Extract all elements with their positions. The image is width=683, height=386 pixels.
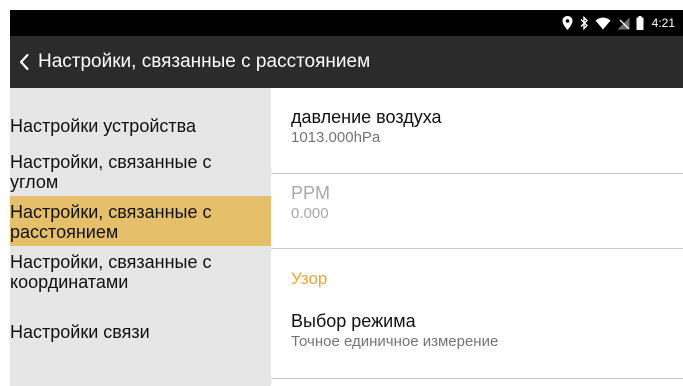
setting-title: давление воздуха xyxy=(291,107,442,127)
sidebar-item-coordinate-settings[interactable]: Настройки, связанные с координатами xyxy=(10,246,271,302)
page-title: Настройки, связанные с расстоянием xyxy=(38,51,371,72)
sidebar-item-label-line1: Настройки, связанные с xyxy=(10,252,212,272)
divider xyxy=(271,378,683,379)
sidebar-item-label: Настройки связи xyxy=(10,322,150,342)
back-button[interactable] xyxy=(18,42,30,82)
setting-title: PPM xyxy=(291,183,331,203)
setting-title: Выбор режима xyxy=(291,311,416,331)
sidebar-item-label-line1: Настройки, связанные с xyxy=(10,202,212,222)
battery-icon xyxy=(636,15,644,31)
wifi-icon xyxy=(595,15,611,31)
app-bar: Настройки, связанные с расстоянием xyxy=(10,36,683,88)
top-margin-band xyxy=(0,0,683,10)
no-sim-icon xyxy=(617,15,630,31)
sidebar-item-communication-settings[interactable]: Настройки связи xyxy=(10,302,271,350)
sidebar-item-device-settings[interactable]: Настройки устройства xyxy=(10,102,271,146)
divider xyxy=(271,248,683,249)
sidebar-item-label-line2: расстоянием xyxy=(10,222,119,242)
setting-value: Точное единичное измерение xyxy=(291,333,499,350)
ppm-setting[interactable]: PPM 0.000 xyxy=(271,182,683,248)
air-pressure-setting[interactable]: давление воздуха 1013.000hPa xyxy=(271,106,683,172)
location-icon xyxy=(562,15,573,31)
status-time: 4:21 xyxy=(651,16,675,30)
setting-value: 0.000 xyxy=(291,205,329,222)
mode-select-setting[interactable]: Выбор режима Точное единичное измерение xyxy=(271,310,683,370)
settings-panel: давление воздуха 1013.000hPa PPM 0.000 У… xyxy=(271,88,683,386)
bluetooth-icon xyxy=(579,15,589,31)
sidebar: Настройки устройства Настройки, связанны… xyxy=(10,88,271,386)
sidebar-item-label-line2: координатами xyxy=(10,272,129,292)
sidebar-item-label-line1: Настройки, связанные с xyxy=(10,152,212,172)
device-screen: 4:21 Настройки, связанные с расстоянием … xyxy=(10,10,683,386)
sidebar-item-label: Настройки устройства xyxy=(10,116,196,136)
status-bar: 4:21 xyxy=(10,10,683,36)
divider xyxy=(271,173,683,174)
setting-value: 1013.000hPa xyxy=(291,129,381,146)
sidebar-item-angle-settings[interactable]: Настройки, связанные с углом xyxy=(10,146,271,196)
chevron-left-icon xyxy=(18,53,30,71)
sidebar-item-distance-settings[interactable]: Настройки, связанные с расстоянием xyxy=(10,196,271,246)
category-header-pattern: Узор xyxy=(291,269,328,288)
sidebar-item-label-line2: углом xyxy=(10,172,59,192)
